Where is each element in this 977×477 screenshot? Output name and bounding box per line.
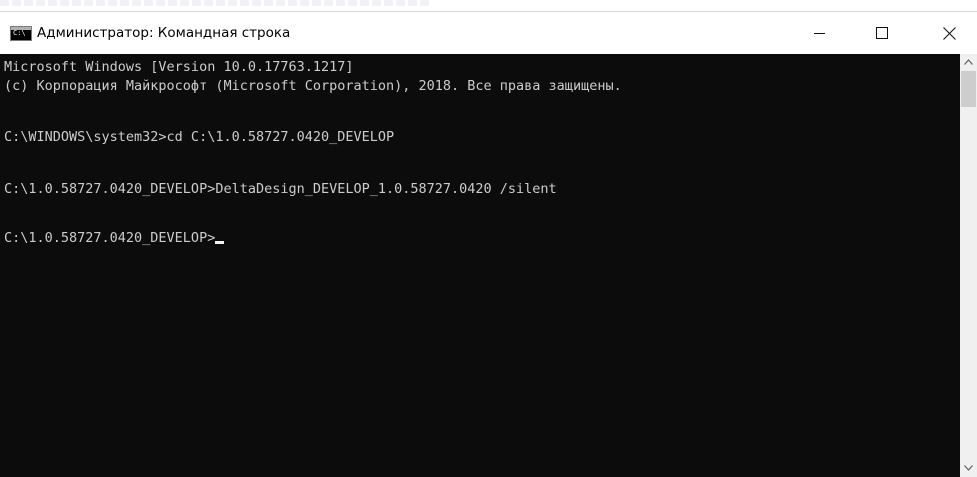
background-window-ghost — [0, 0, 430, 6]
title-bar[interactable]: C:\ Администратор: Командная строка — [0, 11, 977, 54]
chevron-up-icon — [964, 59, 973, 65]
scroll-up-button[interactable] — [960, 54, 977, 71]
window-title: Администратор: Командная строка — [37, 25, 291, 41]
minimize-button[interactable] — [797, 12, 843, 54]
console-line-prompt[interactable]: C:\1.0.58727.0420_DEVELOP> — [4, 229, 225, 248]
console-line-copyright: (c) Корпорация Майкрософт (Microsoft Cor… — [4, 78, 622, 94]
text-cursor — [215, 241, 225, 244]
console-prompt-text: C:\1.0.58727.0420_DEVELOP> — [4, 230, 216, 246]
console-line-cd-command: C:\WINDOWS\system32>cd C:\1.0.58727.0420… — [4, 129, 395, 145]
console-line-version: Microsoft Windows [Version 10.0.17763.12… — [4, 59, 354, 75]
console-output[interactable]: Microsoft Windows [Version 10.0.17763.12… — [0, 54, 960, 477]
chevron-down-icon — [964, 465, 973, 471]
console-line-install-command: C:\1.0.58727.0420_DEVELOP>DeltaDesign_DE… — [4, 181, 557, 197]
minimize-icon — [814, 33, 825, 34]
command-prompt-window: C:\ Администратор: Командная строка Micr… — [0, 0, 977, 477]
scroll-down-button[interactable] — [960, 460, 977, 477]
close-button[interactable] — [926, 12, 972, 54]
close-icon — [943, 27, 956, 40]
maximize-icon — [876, 27, 888, 39]
cmd-icon[interactable]: C:\ — [10, 26, 32, 41]
scroll-thumb[interactable] — [961, 71, 976, 107]
maximize-button[interactable] — [859, 12, 905, 54]
cmd-icon-caption — [11, 27, 31, 30]
background-window-strip — [0, 0, 977, 11]
cmd-icon-text: C:\ — [13, 29, 26, 37]
vertical-scrollbar[interactable] — [960, 54, 977, 477]
